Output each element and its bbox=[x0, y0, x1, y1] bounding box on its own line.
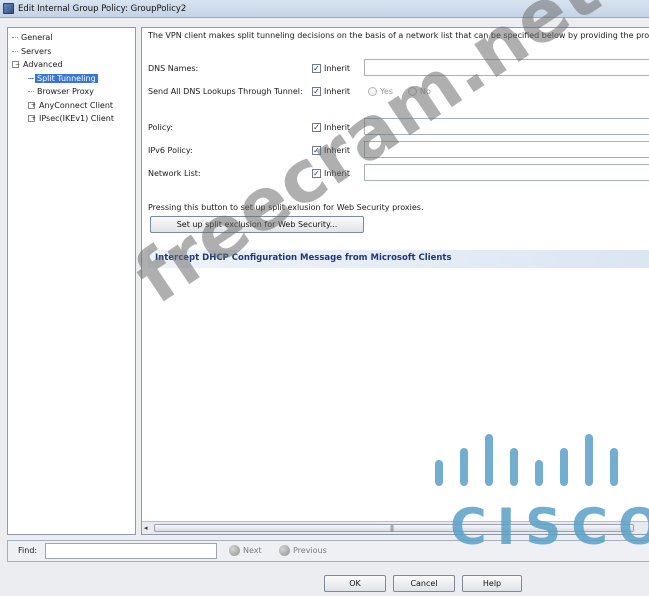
tree-item-split-tunneling[interactable]: Split Tunneling bbox=[8, 72, 135, 86]
help-button[interactable]: Help bbox=[462, 575, 522, 592]
ipv6-policy-inherit-label: Inherit bbox=[324, 146, 351, 155]
policy-inherit-checkbox[interactable]: ✓ bbox=[312, 123, 321, 132]
find-next-button[interactable]: Next bbox=[229, 545, 262, 556]
split-tunneling-panel: The VPN client makes split tunneling dec… bbox=[141, 27, 649, 535]
dns-names-inherit-label: Inherit bbox=[324, 64, 351, 73]
tree-item-label: Split Tunneling bbox=[35, 73, 98, 83]
dhcp-intercept-section-title: Intercept DHCP Configuration Message fro… bbox=[155, 253, 452, 263]
network-list-inherit-label: Inherit bbox=[324, 169, 351, 178]
network-list-inherit-checkbox[interactable]: ✓ bbox=[312, 169, 321, 178]
send-all-dns-label: Send All DNS Lookups Through Tunnel: bbox=[148, 87, 303, 96]
policy-label: Policy: bbox=[148, 123, 174, 132]
title-bar: Edit Internal Group Policy: GroupPolicy2 bbox=[0, 0, 649, 18]
dns-names-label: DNS Names: bbox=[148, 64, 199, 73]
tree-item-anyconnect-client[interactable]: + AnyConnect Client bbox=[8, 99, 135, 113]
tree-item-advanced[interactable]: − Advanced bbox=[8, 58, 135, 72]
dns-names-inherit-checkbox[interactable]: ✓ bbox=[312, 64, 321, 73]
navigation-tree: General Servers − Advanced Split Tunneling Br… bbox=[7, 27, 136, 535]
no-radio-label: No bbox=[419, 87, 431, 96]
policy-field[interactable] bbox=[364, 118, 649, 135]
ipv6-policy-field[interactable] bbox=[364, 141, 649, 158]
send-all-dns-inherit-label: Inherit bbox=[324, 87, 351, 96]
panel-description: The VPN client makes split tunneling dec… bbox=[148, 31, 649, 40]
setup-split-exclusion-button[interactable]: Set up split exclusion for Web Security.… bbox=[150, 216, 364, 233]
scroll-thumb[interactable]: ||| bbox=[154, 524, 634, 532]
find-previous-label: Previous bbox=[293, 546, 327, 555]
tree-item-label: IPsec(IKEv1) Client bbox=[39, 114, 114, 123]
app-icon bbox=[3, 3, 14, 14]
scroll-left-icon[interactable]: ◂ bbox=[144, 524, 148, 532]
tree-connector bbox=[12, 37, 18, 38]
cancel-button[interactable]: Cancel bbox=[393, 575, 455, 592]
tree-item-general[interactable]: General bbox=[8, 31, 135, 45]
horizontal-scrollbar[interactable]: ◂ ||| bbox=[142, 521, 649, 534]
tree-item-browser-proxy[interactable]: Browser Proxy bbox=[8, 85, 135, 99]
web-security-note: Pressing this button to set up split exl… bbox=[148, 203, 424, 212]
find-previous-button[interactable]: Previous bbox=[279, 545, 327, 556]
policy-inherit-label: Inherit bbox=[324, 123, 351, 132]
tree-connector bbox=[12, 50, 18, 52]
scroll-grip-icon: ||| bbox=[390, 525, 394, 532]
no-radio[interactable] bbox=[407, 87, 417, 96]
tree-item-label: Browser Proxy bbox=[37, 87, 94, 96]
send-all-dns-inherit-checkbox[interactable]: ✓ bbox=[312, 87, 321, 96]
find-label: Find: bbox=[18, 546, 38, 555]
yes-radio-label: Yes bbox=[380, 87, 393, 96]
collapse-icon[interactable]: − bbox=[12, 61, 20, 68]
network-list-label: Network List: bbox=[148, 169, 201, 178]
dhcp-intercept-section[interactable]: Intercept DHCP Configuration Message fro… bbox=[148, 250, 649, 268]
next-arrow-icon bbox=[229, 545, 240, 556]
send-all-dns-radio-group: Yes No bbox=[368, 87, 446, 96]
tree-item-servers[interactable]: Servers bbox=[8, 45, 135, 59]
find-bar: Find: Next Previous bbox=[7, 540, 649, 562]
yes-radio[interactable] bbox=[368, 87, 377, 96]
tree-item-ipsec-ikev1-client[interactable]: + IPsec(IKEv1) Client bbox=[8, 112, 135, 126]
network-list-field[interactable] bbox=[364, 164, 649, 181]
tree-item-label: Servers bbox=[21, 46, 52, 56]
find-input[interactable] bbox=[45, 543, 217, 559]
previous-arrow-icon bbox=[279, 545, 290, 556]
ok-button[interactable]: OK bbox=[324, 575, 386, 592]
tree-item-label: Advanced bbox=[23, 60, 63, 69]
ipv6-policy-inherit-checkbox[interactable]: ✓ bbox=[312, 146, 321, 155]
ipv6-policy-label: IPv6 Policy: bbox=[148, 146, 193, 155]
tree-connector bbox=[28, 91, 34, 92]
tree-connector bbox=[28, 77, 34, 79]
dns-names-field[interactable] bbox=[364, 59, 649, 76]
expand-icon[interactable]: + bbox=[28, 101, 36, 109]
expand-icon[interactable]: + bbox=[28, 115, 36, 122]
tree-item-label: AnyConnect Client bbox=[39, 100, 114, 110]
find-next-label: Next bbox=[243, 546, 262, 555]
window-title: Edit Internal Group Policy: GroupPolicy2 bbox=[18, 3, 187, 14]
tree-item-label: General bbox=[21, 33, 53, 42]
